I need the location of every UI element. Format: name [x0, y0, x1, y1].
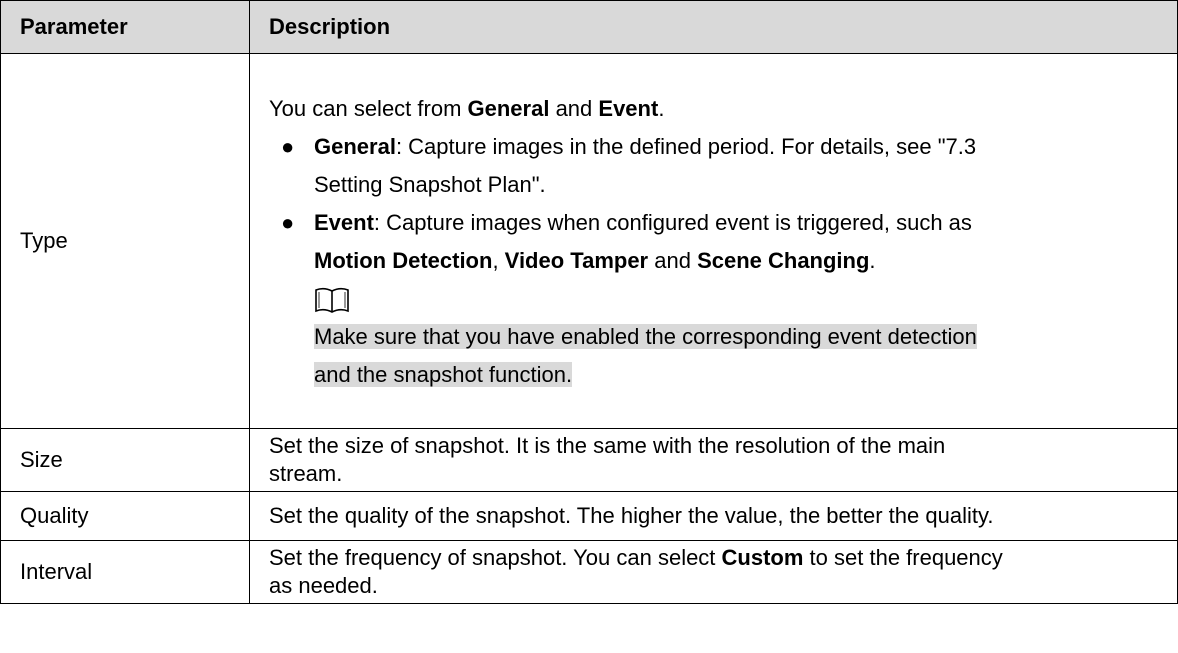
desc-line: Set the frequency of snapshot. You can s…: [269, 544, 1177, 572]
param-cell: Interval: [0, 540, 250, 604]
separator-text: and: [648, 248, 698, 273]
note-line: and the snapshot function.: [314, 362, 573, 387]
bold-motion-detection: Motion Detection: [314, 248, 493, 273]
note-line: Make sure that you have enabled the corr…: [314, 324, 977, 349]
note-text: Make sure that you have enabled the corr…: [314, 318, 1177, 394]
description-cell: Set the frequency of snapshot. You can s…: [249, 540, 1178, 604]
table-header-row: Parameter Description: [0, 0, 1178, 54]
intro-bold-event: Event: [598, 96, 659, 121]
intro-text-mid: and: [549, 96, 599, 121]
bullet-bold-general: General: [314, 134, 396, 159]
header-parameter: Parameter: [0, 0, 250, 54]
intro-text: You can select from: [269, 96, 468, 121]
bold-custom: Custom: [721, 545, 804, 570]
param-cell: Type: [0, 53, 250, 429]
bold-video-tamper: Video Tamper: [504, 248, 649, 273]
bold-scene-changing: Scene Changing: [697, 248, 870, 273]
desc-text: to set the frequency: [803, 545, 1003, 570]
header-description: Description: [249, 0, 1178, 54]
separator-text: ,: [492, 248, 505, 273]
table-row: Size Set the size of snapshot. It is the…: [0, 428, 1178, 492]
separator-text: .: [869, 248, 876, 273]
desc-line: stream.: [269, 461, 343, 486]
parameter-table: Parameter Description Type You can selec…: [0, 0, 1178, 604]
desc-line: as needed.: [269, 573, 378, 598]
param-cell: Size: [0, 428, 250, 492]
bullet-icon: ●: [281, 210, 295, 235]
desc-line: Set the size of snapshot. It is the same…: [269, 433, 946, 458]
bullet-icon: ●: [281, 134, 295, 159]
description-cell: Set the size of snapshot. It is the same…: [249, 428, 1178, 492]
desc-text: Set the frequency of snapshot. You can s…: [269, 545, 722, 570]
bullet-text: : Capture images when configured event i…: [373, 210, 972, 235]
table-row: Type You can select from General and Eve…: [0, 53, 1178, 429]
description-cell: You can select from General and Event. ●…: [249, 53, 1178, 429]
bullet-bold-event: Event: [314, 210, 374, 235]
bullet-text: : Capture images in the defined period. …: [395, 134, 977, 159]
list-item: ● Event: Capture images when configured …: [269, 204, 1177, 280]
book-icon: [315, 287, 349, 313]
table-row: Quality Set the quality of the snapshot.…: [0, 491, 1178, 541]
type-intro: You can select from General and Event.: [269, 90, 1177, 128]
list-item: ● General: Capture images in the defined…: [269, 128, 1177, 204]
table-row: Interval Set the frequency of snapshot. …: [0, 540, 1178, 604]
bullet-text-cont: Setting Snapshot Plan".: [314, 172, 546, 197]
intro-bold-general: General: [467, 96, 550, 121]
description-cell: Set the quality of the snapshot. The hig…: [249, 491, 1178, 541]
param-cell: Quality: [0, 491, 250, 541]
intro-text-end: .: [658, 96, 665, 121]
